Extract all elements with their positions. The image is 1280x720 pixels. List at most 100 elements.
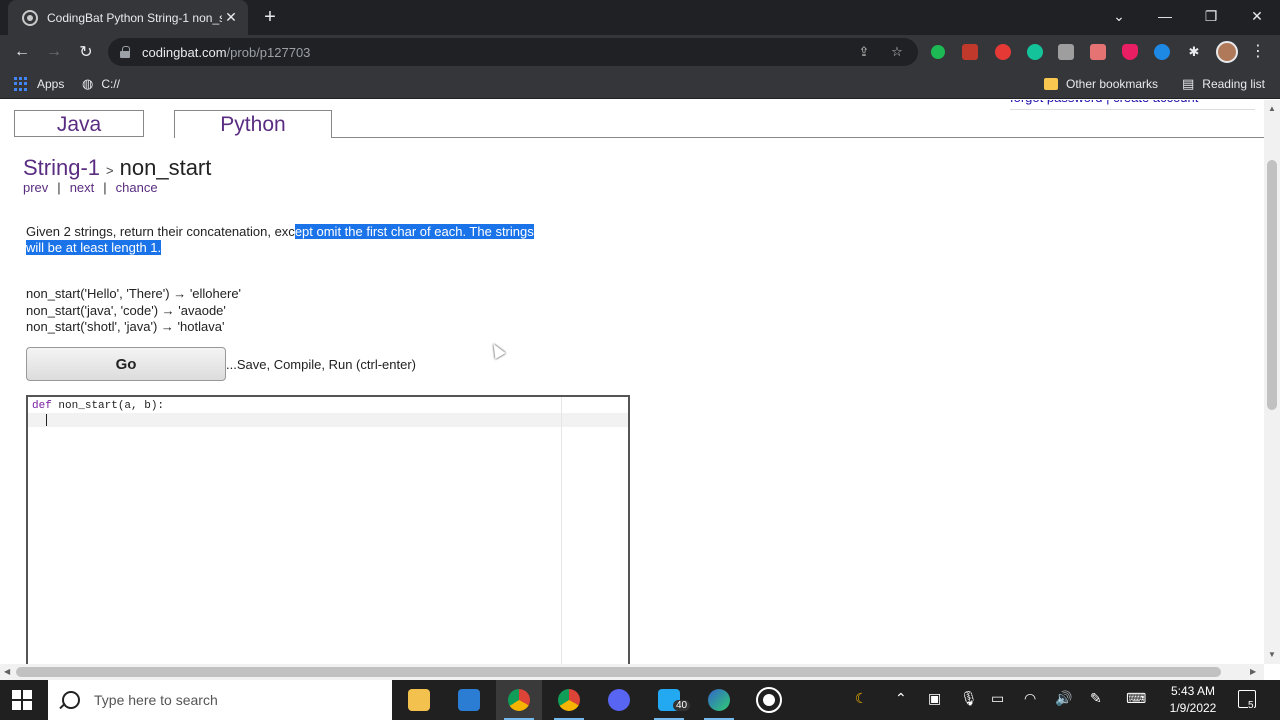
- edge-icon[interactable]: [696, 680, 742, 720]
- keyboard-icon[interactable]: ⌨: [1126, 690, 1146, 710]
- code-signature: non_start(a, b):: [51, 400, 165, 412]
- mouse-pointer-icon: [488, 340, 506, 360]
- code-editor[interactable]: def non_start(a, b):: [26, 395, 630, 664]
- browser-tab-codingbat[interactable]: CodingBat Python String-1 non_s ✕: [8, 0, 248, 35]
- scroll-up-arrow-icon[interactable]: ▲: [1268, 104, 1276, 113]
- prev-link[interactable]: prev: [23, 180, 48, 195]
- vscode-icon[interactable]: 40: [646, 680, 692, 720]
- bookmark-other-label: Other bookmarks: [1066, 77, 1159, 91]
- tray-app-icon[interactable]: ▣: [928, 690, 941, 710]
- taskbar-search[interactable]: Type here to search: [48, 680, 392, 720]
- chance-link[interactable]: chance: [116, 180, 158, 195]
- clock[interactable]: 5:43 AM 1/9/2022: [1164, 683, 1222, 717]
- volume-icon[interactable]: 🔊: [1055, 690, 1072, 710]
- windows-start-icon[interactable]: [12, 690, 32, 710]
- wifi-icon[interactable]: ◠: [1024, 690, 1036, 710]
- profile-avatar[interactable]: [1216, 41, 1238, 63]
- breadcrumb-separator: >: [106, 163, 114, 178]
- pen-icon[interactable]: ✎: [1090, 690, 1102, 710]
- go-hint: ...Save, Compile, Run (ctrl-enter): [226, 357, 417, 372]
- menu-dots-icon[interactable]: ⋮: [1250, 41, 1266, 63]
- text-cursor: [46, 414, 47, 426]
- tray-overflow-icon[interactable]: ⌃: [895, 690, 907, 710]
- bookmark-apps-label: Apps: [37, 77, 65, 91]
- globe-icon: ◍: [82, 76, 94, 91]
- video-extension-icon[interactable]: [1090, 44, 1106, 60]
- tab-search-icon[interactable]: ⌄: [1096, 0, 1142, 32]
- chrome-profile-icon[interactable]: [546, 680, 592, 720]
- reading-list-icon: ▤: [1182, 76, 1195, 91]
- codingbat-favicon-icon: [22, 9, 38, 26]
- code-line: def non_start(a, b):: [32, 400, 164, 412]
- night-light-icon[interactable]: ☾: [855, 690, 868, 710]
- bookmark-star-icon[interactable]: ☆: [889, 44, 905, 60]
- discord-icon[interactable]: [596, 680, 642, 720]
- reading-list[interactable]: ▤ Reading list: [1182, 75, 1265, 93]
- obs-icon[interactable]: [746, 680, 792, 720]
- go-button[interactable]: Go: [26, 347, 226, 381]
- forward-arrow-icon[interactable]: →: [40, 38, 68, 66]
- breadcrumb: String-1 > non_start: [23, 155, 211, 181]
- active-code-line: [28, 413, 628, 427]
- description-text: Given 2 strings, return their concatenat…: [26, 224, 295, 239]
- vertical-scroll-thumb[interactable]: [1267, 160, 1277, 410]
- search-placeholder: Type here to search: [94, 692, 218, 708]
- code-keyword: def: [32, 400, 52, 412]
- lock-icon[interactable]: [120, 46, 130, 58]
- back-arrow-icon[interactable]: ←: [8, 38, 36, 66]
- nav-separator: |: [57, 180, 61, 195]
- clock-time: 5:43 AM: [1170, 684, 1216, 698]
- chrome-icon[interactable]: [496, 680, 542, 720]
- bookmark-c-drive[interactable]: ◍ C://: [82, 75, 120, 93]
- stop-hand-extension-icon[interactable]: [995, 44, 1011, 60]
- browser-toolbar: ← → ↻ codingbat.com/prob/p127703 ⇪ ☆ ✱ ⋮: [0, 35, 1280, 69]
- shield-extension-icon[interactable]: [1122, 44, 1138, 60]
- tab-python[interactable]: Python: [174, 110, 332, 138]
- breadcrumb-category-link[interactable]: String-1: [23, 155, 100, 180]
- account-links[interactable]: forgot password | create account: [1010, 100, 1255, 110]
- share-icon[interactable]: ⇪: [856, 44, 872, 60]
- tab-close-icon[interactable]: ✕: [222, 9, 240, 26]
- reload-icon[interactable]: ↻: [72, 38, 100, 66]
- battery-icon[interactable]: ▭: [991, 690, 1004, 710]
- restore-button[interactable]: ❐: [1188, 0, 1234, 32]
- tab-title: CodingBat Python String-1 non_s: [47, 10, 222, 25]
- notification-count: 5: [1248, 700, 1254, 711]
- problem-title: non_start: [119, 155, 212, 180]
- tab-java[interactable]: Java: [14, 110, 144, 137]
- file-explorer-icon[interactable]: [396, 680, 442, 720]
- extensions-puzzle-icon[interactable]: ✱: [1186, 44, 1202, 60]
- address-bar[interactable]: codingbat.com/prob/p127703 ⇪ ☆: [108, 38, 918, 66]
- minimize-button[interactable]: —: [1142, 0, 1188, 32]
- page-content: forgot password | create account Java Py…: [0, 100, 1264, 664]
- windows-taskbar: Type here to search 40 ☾ ⌃ ▣ 🎙 ▭ ◠ 🔊 ✎ ⌨…: [0, 680, 1280, 720]
- horizontal-scroll-thumb[interactable]: [16, 667, 1221, 677]
- microphone-icon[interactable]: 🎙: [960, 690, 978, 710]
- window-close-button[interactable]: ✕: [1234, 0, 1280, 32]
- vertical-scrollbar[interactable]: ▲ ▼: [1264, 100, 1280, 664]
- nav-separator: |: [103, 180, 107, 195]
- bookmark-apps[interactable]: Apps: [14, 75, 64, 93]
- grammarly-extension-icon[interactable]: [1027, 44, 1043, 60]
- mail-icon[interactable]: [446, 680, 492, 720]
- gray-extension-icon[interactable]: [1058, 44, 1074, 60]
- scroll-down-arrow-icon[interactable]: ▼: [1268, 650, 1276, 659]
- new-tab-button[interactable]: +: [258, 4, 282, 30]
- url-path: /prob/p127703: [226, 44, 311, 60]
- horizontal-scrollbar[interactable]: ◀ ▶: [0, 664, 1264, 680]
- next-link[interactable]: next: [70, 180, 95, 195]
- clock-date: 1/9/2022: [1169, 701, 1217, 715]
- selected-text-line2: will be at least length 1.: [26, 240, 162, 255]
- notification-badge: 40: [673, 700, 691, 711]
- green-extension-icon[interactable]: [931, 45, 945, 59]
- scroll-left-arrow-icon[interactable]: ◀: [4, 667, 10, 676]
- example-line: non_start('Hello', 'There') → 'ellohere': [26, 286, 242, 301]
- folder-icon: [1044, 78, 1058, 90]
- search-icon: [62, 691, 80, 709]
- bookmarks-bar: Apps ◍ C:// Other bookmarks ▤ Reading li…: [0, 69, 1280, 99]
- scroll-right-arrow-icon[interactable]: ▶: [1250, 667, 1256, 676]
- examples: non_start('Hello', 'There') → 'ellohere'…: [26, 286, 241, 336]
- bookmark-other[interactable]: Other bookmarks: [1044, 75, 1158, 93]
- blue-extension-icon[interactable]: [1154, 44, 1170, 60]
- red-book-extension-icon[interactable]: [962, 44, 978, 60]
